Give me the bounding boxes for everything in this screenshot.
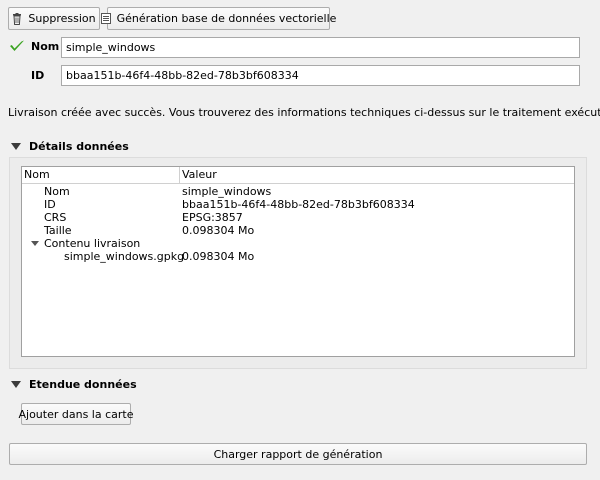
tree-row[interactable]: Nom simple_windows [22,185,574,198]
database-icon [100,13,111,24]
tree-row-expandable[interactable]: Contenu livraison [22,237,574,250]
tree-row[interactable]: CRS EPSG:3857 [22,211,574,224]
id-label: ID [31,69,45,82]
tree-row-value: simple_windows [182,185,272,198]
checkmark-icon [9,39,25,53]
name-label: Nom [31,40,60,53]
tree-row-value: bbaa151b-46f4-48bb-82ed-78b3bf608334 [182,198,415,211]
collapse-arrow-icon [11,380,21,388]
column-header-value[interactable]: Valeur [180,167,217,183]
tree-row-value: 0.098304 Mo [182,250,255,263]
tree-header: Nom Valeur [22,167,574,184]
delete-button[interactable]: Suppression [8,7,100,30]
load-report-label: Charger rapport de génération [213,447,383,461]
delete-button-label: Suppression [28,12,96,25]
load-report-button[interactable]: Charger rapport de génération [9,443,587,465]
tree-row-value: EPSG:3857 [182,211,243,224]
tree-row[interactable]: simple_windows.gpkg 0.098304 Mo [22,250,574,263]
name-field[interactable]: simple_windows [61,37,580,58]
id-field[interactable]: bbaa151b-46f4-48bb-82ed-78b3bf608334 [61,65,580,86]
tree-row-key: simple_windows.gpkg [64,250,185,263]
details-section-header[interactable]: Détails données [11,139,129,153]
details-tree[interactable]: Nom Valeur Nom simple_windows ID bbaa151… [21,166,575,357]
generate-vector-db-label: Génération base de données vectorielle [116,12,337,25]
tree-row-value: 0.098304 Mo [182,224,255,237]
generate-vector-db-button[interactable]: Génération base de données vectorielle [100,7,336,30]
details-section-title: Détails données [29,139,129,153]
status-message: Livraison créée avec succès. Vous trouve… [8,106,600,119]
extent-section-header[interactable]: Etendue données [11,377,137,391]
tree-row-key: Contenu livraison [44,237,141,250]
tree-row-key: Taille [44,224,72,237]
add-to-map-label: Ajouter dans la carte [18,407,134,421]
add-to-map-button[interactable]: Ajouter dans la carte [18,403,134,425]
collapse-arrow-icon [11,142,21,150]
tree-row[interactable]: ID bbaa151b-46f4-48bb-82ed-78b3bf608334 [22,198,574,211]
tree-row-key: ID [44,198,56,211]
expand-arrow-icon[interactable] [31,241,39,246]
trash-icon [12,12,22,25]
column-header-name[interactable]: Nom [22,167,180,183]
tree-row-key: CRS [44,211,67,224]
extent-section-title: Etendue données [29,377,137,391]
tree-row[interactable]: Taille 0.098304 Mo [22,224,574,237]
tree-row-key: Nom [44,185,70,198]
